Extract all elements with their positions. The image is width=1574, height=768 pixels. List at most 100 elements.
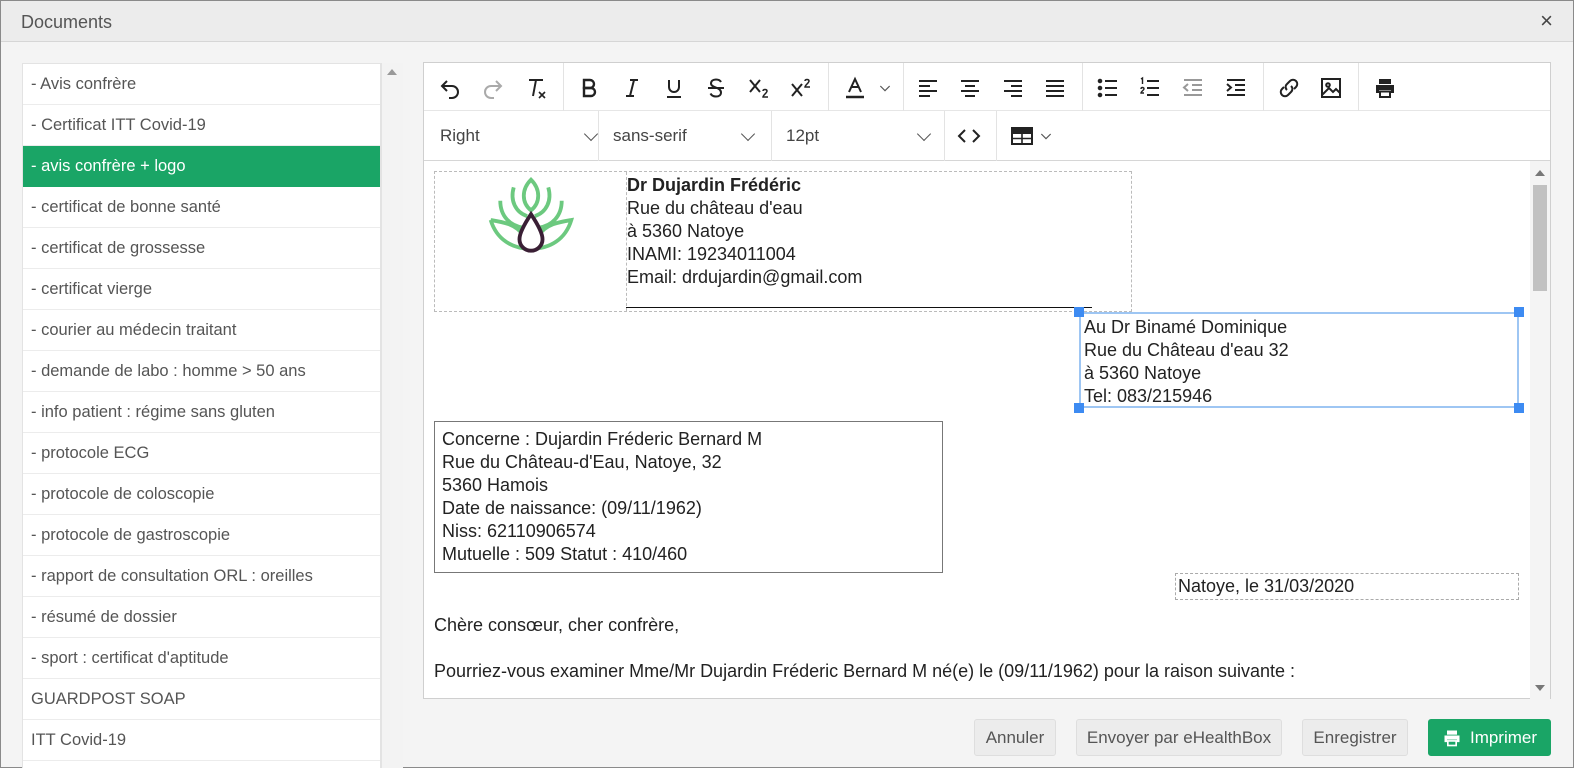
numbered-list-icon[interactable]	[1133, 71, 1167, 105]
toolbar-divider	[944, 111, 945, 161]
resize-handle[interactable]	[1074, 403, 1084, 413]
documents-dialog: Documents × - Avis confrère - Certificat…	[0, 0, 1574, 768]
toolbar-divider	[996, 111, 997, 161]
lotus-logo-icon	[488, 176, 575, 253]
dialog-title: Documents	[21, 12, 113, 32]
block-format-select[interactable]: Right	[440, 111, 599, 161]
italic-icon[interactable]	[615, 71, 649, 105]
font-size-select[interactable]: 12pt	[786, 111, 944, 161]
list-item[interactable]: - Certificat ITT Covid-19	[23, 105, 380, 146]
list-item[interactable]: - info patient : régime sans gluten	[23, 392, 380, 433]
doctor-name: Dr Dujardin Frédéric	[627, 175, 802, 195]
doctor-info: Dr Dujardin Frédéric Rue du château d'ea…	[627, 174, 862, 289]
undo-icon[interactable]	[433, 71, 467, 105]
justify-icon[interactable]	[1038, 71, 1072, 105]
list-item-selected[interactable]: - avis confrère + logo	[23, 146, 380, 187]
list-item[interactable]: - Avis confrère	[23, 64, 380, 105]
editor-scrollbar[interactable]	[1530, 161, 1550, 699]
source-code-icon[interactable]	[952, 119, 986, 153]
align-right-icon[interactable]	[996, 71, 1030, 105]
toolbar-divider	[828, 63, 829, 111]
chevron-down-icon	[916, 126, 932, 142]
print-icon[interactable]	[1368, 71, 1402, 105]
print-icon	[1444, 730, 1460, 746]
resize-handle[interactable]	[1514, 403, 1524, 413]
rich-text-editor: Right sans-serif 12pt Dr Dujardin Frédér…	[423, 62, 1551, 699]
addressee-line: Rue du Château d'eau 32	[1084, 340, 1289, 360]
list-item[interactable]: - certificat de bonne santé	[23, 187, 380, 228]
list-item[interactable]: GUARDPOST SOAP	[23, 679, 380, 720]
print-button-label: Imprimer	[1469, 728, 1538, 747]
list-item[interactable]: - protocole de coloscopie	[23, 474, 380, 515]
patient-line: Date de naissance: (09/11/1962)	[442, 498, 702, 518]
patient-line: 5360 Hamois	[442, 475, 549, 495]
block-format-value: Right	[440, 126, 480, 145]
chevron-down-icon	[583, 126, 599, 142]
request-text: Pourriez-vous examiner Mme/Mr Dujardin F…	[434, 661, 1296, 681]
list-scrollbar[interactable]	[381, 63, 403, 768]
align-left-icon[interactable]	[911, 71, 945, 105]
clear-formatting-icon[interactable]	[519, 71, 553, 105]
patient-line: Concerne : Dujardin Fréderic Bernard M	[442, 429, 763, 449]
scroll-thumb[interactable]	[1533, 185, 1547, 291]
document-body[interactable]: Dr Dujardin Frédéric Rue du château d'ea…	[424, 161, 1530, 699]
addressee-line: Au Dr Binamé Dominique	[1084, 317, 1288, 337]
scroll-up-icon[interactable]	[1535, 170, 1545, 176]
patient-line: Rue du Château-d'Eau, Natoye, 32	[442, 452, 722, 472]
print-button[interactable]: Imprimer	[1428, 719, 1551, 756]
text-color-icon[interactable]	[838, 71, 872, 105]
bullet-list-icon[interactable]	[1091, 71, 1125, 105]
separator-line	[626, 307, 1092, 308]
list-item[interactable]: - sport : certificat d'aptitude	[23, 638, 380, 679]
patient-line: Mutuelle : 509 Statut : 410/460	[442, 544, 688, 564]
list-item[interactable]: - protocole de gastroscopie	[23, 515, 380, 556]
list-item[interactable]: - rapport de consultation ORL : oreilles	[23, 556, 380, 597]
toolbar-divider	[903, 63, 904, 111]
align-center-icon[interactable]	[953, 71, 987, 105]
chevron-down-icon[interactable]	[873, 71, 897, 105]
close-icon[interactable]: ×	[1540, 9, 1553, 33]
greeting-text: Chère consœur, cher confrère,	[434, 615, 680, 635]
save-button[interactable]: Enregistrer	[1302, 719, 1408, 756]
font-family-select[interactable]: sans-serif	[613, 111, 771, 161]
image-icon[interactable]	[1314, 71, 1348, 105]
list-item[interactable]: - demande de labo : homme > 50 ans	[23, 351, 380, 392]
letterhead-table: Dr Dujardin Frédéric Rue du château d'ea…	[434, 171, 1132, 312]
send-ehealthbox-button[interactable]: Envoyer par eHealthBox	[1076, 719, 1282, 756]
list-item[interactable]: ITT Covid-19	[23, 720, 380, 761]
date-line: Natoye, le 31/03/2020	[1175, 573, 1519, 600]
scroll-up-icon[interactable]	[387, 69, 397, 75]
scroll-down-icon[interactable]	[1535, 685, 1545, 691]
patient-info-box: Concerne : Dujardin Fréderic Bernard M R…	[434, 421, 943, 573]
link-icon[interactable]	[1272, 71, 1306, 105]
underline-icon[interactable]	[657, 71, 691, 105]
doctor-inami: INAMI: 19234011004	[627, 244, 796, 264]
list-item[interactable]: - certificat vierge	[23, 269, 380, 310]
toolbar-divider	[1358, 63, 1359, 111]
bold-icon[interactable]	[572, 71, 606, 105]
list-item[interactable]: - résumé de dossier	[23, 597, 380, 638]
addressee-box[interactable]: Au Dr Binamé Dominique Rue du Château d'…	[1079, 312, 1519, 408]
template-list: - Avis confrère - Certificat ITT Covid-1…	[22, 63, 381, 768]
toolbar-divider	[1263, 63, 1264, 111]
table-icon[interactable]	[1005, 119, 1039, 153]
chevron-down-icon	[740, 126, 756, 142]
strikethrough-icon[interactable]	[699, 71, 733, 105]
title-bar: Documents ×	[1, 1, 1573, 42]
toolbar-divider	[598, 111, 599, 161]
redo-icon[interactable]	[476, 71, 510, 105]
cancel-button[interactable]: Annuler	[974, 719, 1056, 756]
resize-handle[interactable]	[1514, 307, 1524, 317]
font-family-value: sans-serif	[613, 126, 687, 145]
chevron-down-icon[interactable]	[1035, 119, 1057, 153]
subscript-icon[interactable]	[742, 71, 776, 105]
indent-icon[interactable]	[1219, 71, 1253, 105]
list-item[interactable]: - certificat de grossesse	[23, 228, 380, 269]
list-item[interactable]: - courier au médecin traitant	[23, 310, 380, 351]
list-item[interactable]: - protocole ECG	[23, 433, 380, 474]
resize-handle[interactable]	[1074, 307, 1084, 317]
superscript-icon[interactable]	[784, 71, 818, 105]
addressee-line: Tel: 083/215946	[1084, 386, 1213, 406]
toolbar-divider	[771, 111, 772, 161]
outdent-icon[interactable]	[1176, 71, 1210, 105]
